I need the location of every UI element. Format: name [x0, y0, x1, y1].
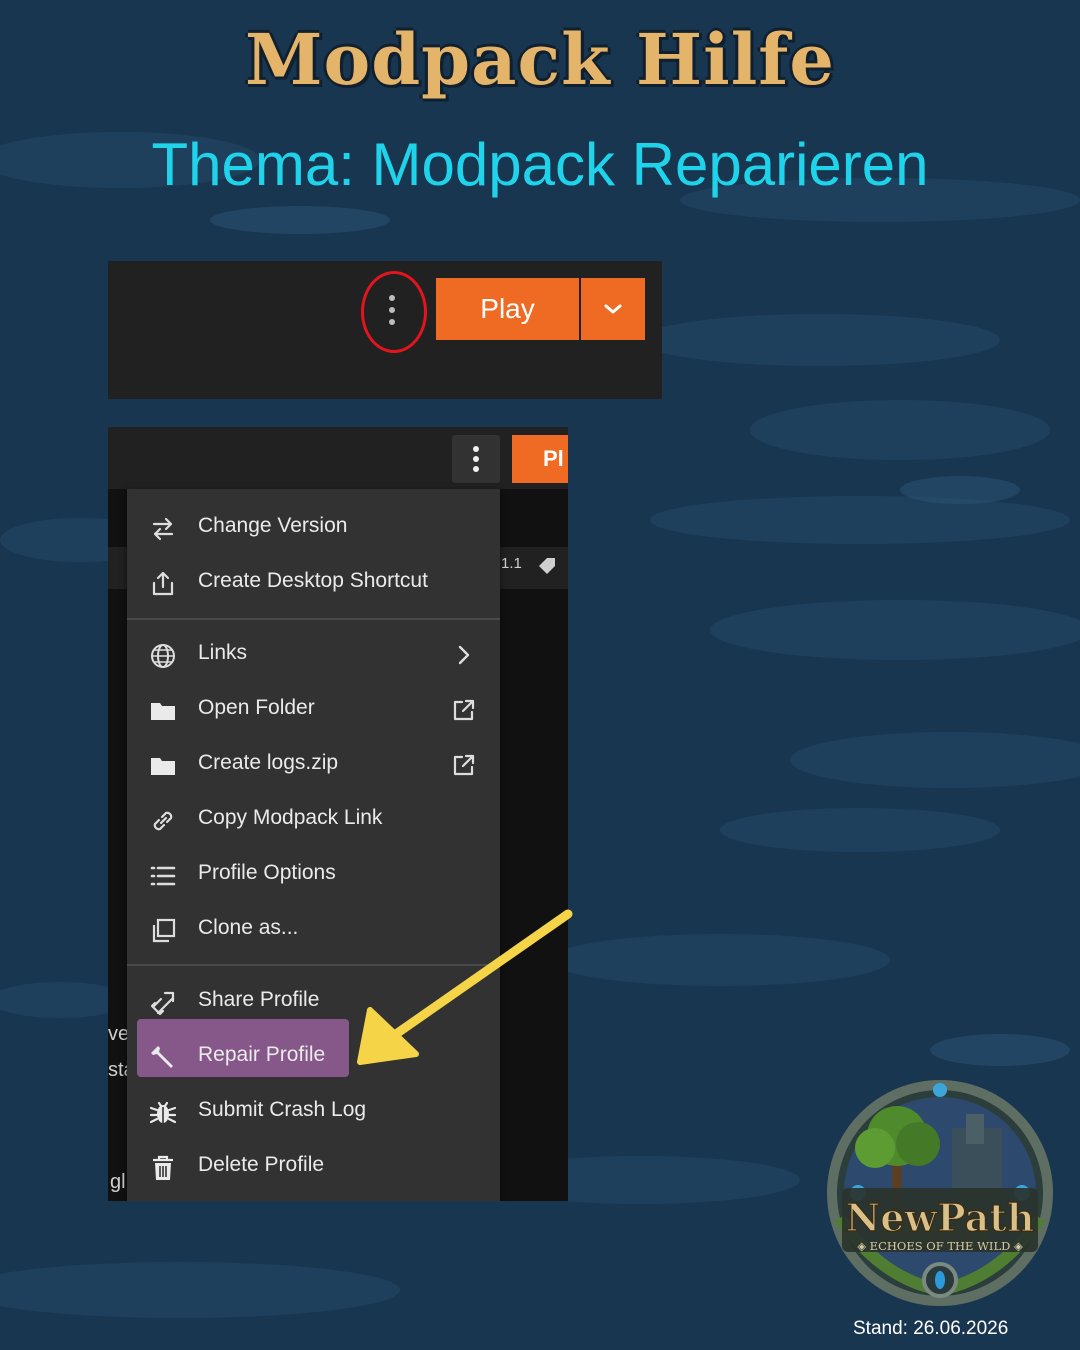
play-button[interactable]: Play: [436, 278, 579, 340]
profile-context-menu: Change Version Create Desktop Shortcut L…: [127, 489, 500, 1201]
menu-item-label: Copy Modpack Link: [198, 806, 383, 829]
menu-item-links[interactable]: Links: [127, 628, 500, 683]
tag-icon: [539, 558, 555, 574]
menu-item-label: Change Version: [198, 514, 348, 537]
folder-icon: [151, 758, 175, 775]
trash-icon: [153, 1155, 173, 1180]
chevron-down-icon: [604, 304, 622, 314]
share-link-icon: [150, 991, 175, 1016]
menu-item-submit-crash-log[interactable]: Submit Crash Log: [127, 1085, 500, 1140]
play-button[interactable]: Pl: [512, 435, 568, 483]
play-dropdown-button[interactable]: [581, 278, 645, 340]
menu-item-label: Open Folder: [198, 696, 315, 719]
globe-icon: [151, 644, 175, 668]
page-subtitle: Thema: Modpack Reparieren: [151, 131, 929, 198]
pointer-arrow: [357, 909, 573, 1065]
menu-item-label: Share Profile: [198, 988, 320, 1011]
menu-item-label: Create logs.zip: [198, 751, 339, 774]
list-icon: [150, 866, 176, 886]
menu-item-profile-options[interactable]: Profile Options: [127, 848, 500, 903]
menu-item-change-version[interactable]: Change Version: [127, 501, 500, 556]
text-fragment: gl: [110, 1171, 126, 1193]
chevron-right-icon: [458, 645, 470, 665]
logo-name: NewPath: [846, 1195, 1035, 1240]
menu-item-label: Repair Profile: [198, 1043, 326, 1066]
logo-tagline: ◈ ECHOES OF THE WILD ◈: [857, 1239, 1023, 1253]
callout-ring: [361, 271, 427, 353]
menu-item-label: Submit Crash Log: [198, 1098, 367, 1121]
text-fragment: ve: [108, 1023, 130, 1045]
link-icon: [153, 811, 173, 831]
newpath-logo: NewPath ◈ ECHOES OF THE WILD ◈: [827, 1080, 1053, 1306]
version-fragment: 1.1: [501, 555, 522, 572]
menu-item-label: Links: [198, 641, 248, 664]
menu-item-copy-modpack-link[interactable]: Copy Modpack Link: [127, 793, 500, 848]
wrench-icon: [151, 1046, 173, 1068]
menu-item-open-folder[interactable]: Open Folder: [127, 683, 500, 738]
menu-item-label: Delete Profile: [198, 1153, 325, 1176]
bug-icon: [149, 1101, 177, 1124]
swap-arrows-icon: [152, 517, 174, 541]
menu-item-create-desktop-shortcut[interactable]: Create Desktop Shortcut: [127, 556, 500, 611]
copy-icon: [152, 918, 176, 943]
screenshot-profile-menu: Pl 1.1 ve sta gl Change Version Create D…: [108, 427, 568, 1201]
external-link-icon: [453, 699, 475, 721]
profile-menu-button[interactable]: [452, 435, 500, 483]
folder-icon: [151, 703, 175, 720]
menu-item-label: Clone as...: [198, 916, 299, 939]
stand-date: Stand: 26.06.2026: [853, 1318, 1009, 1339]
screenshot-play-bar: Play: [108, 261, 662, 399]
external-link-icon: [453, 754, 475, 776]
menu-divider: [127, 618, 500, 620]
menu-item-delete-profile[interactable]: Delete Profile: [127, 1140, 500, 1195]
menu-item-create-logs-zip[interactable]: Create logs.zip: [127, 738, 500, 793]
page-title: Modpack Hilfe: [245, 18, 835, 101]
share-upload-icon: [152, 571, 174, 596]
menu-item-label: Profile Options: [198, 861, 336, 884]
menu-item-label: Create Desktop Shortcut: [198, 569, 428, 592]
